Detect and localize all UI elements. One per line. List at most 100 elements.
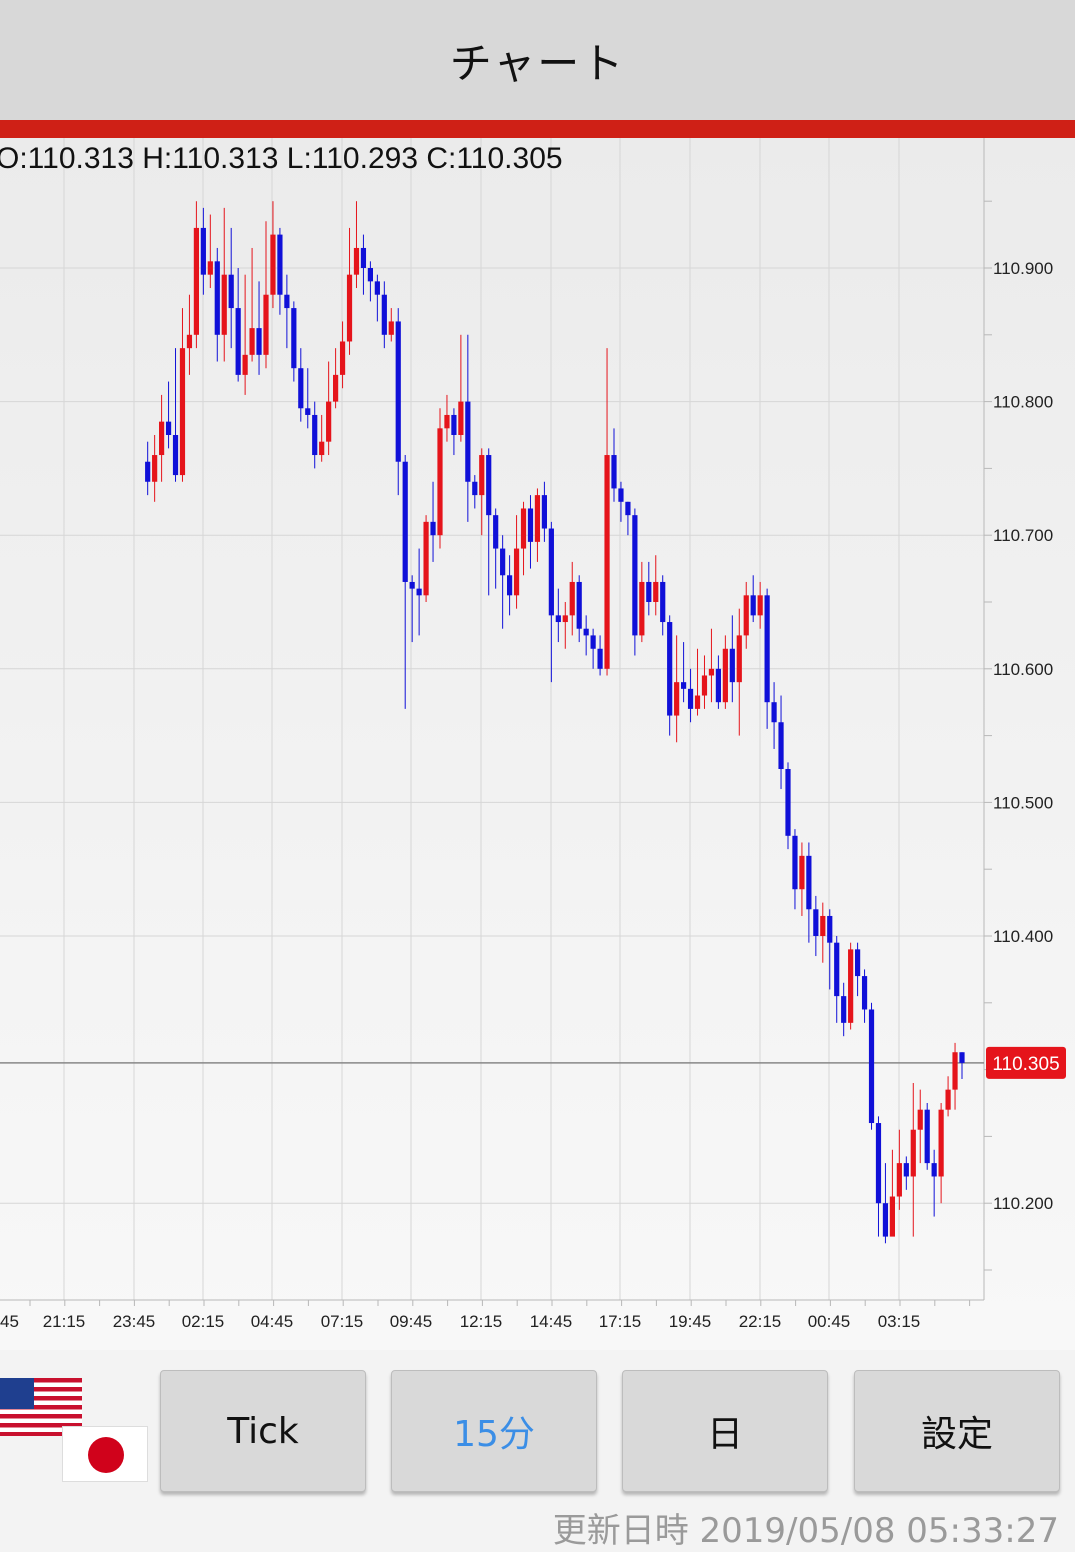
candle-body <box>896 1163 902 1197</box>
x-tick-label: 04:45 <box>251 1312 294 1331</box>
y-tick-label: 110.600 <box>993 660 1053 679</box>
candle-body <box>360 247 367 268</box>
candle-body <box>604 455 610 669</box>
interval-15min-button[interactable]: 15分 <box>391 1370 597 1492</box>
candle-body <box>694 695 701 709</box>
candle-body <box>179 348 186 476</box>
candle-body <box>395 321 401 462</box>
candle-body <box>423 521 429 596</box>
candle-body <box>757 595 763 616</box>
candle-body <box>416 588 422 596</box>
candle-body <box>249 328 255 355</box>
candle-body <box>750 595 756 616</box>
candle-body <box>200 227 206 275</box>
candle-body <box>235 308 241 375</box>
candle-body <box>520 508 527 549</box>
candle-body <box>500 548 506 576</box>
candle-body <box>646 581 652 602</box>
candle-body <box>388 321 394 335</box>
candle-body <box>715 668 721 703</box>
candle-body <box>214 261 220 335</box>
x-tick-label: 09:45 <box>390 1312 433 1331</box>
candle-body <box>722 648 728 703</box>
candle-body <box>834 942 840 997</box>
candle-body <box>221 274 227 335</box>
candle-body <box>868 1009 875 1124</box>
currency-pair-flags[interactable] <box>0 1378 150 1488</box>
candle-body <box>562 615 568 623</box>
x-tick-label: 00:45 <box>808 1312 851 1331</box>
y-tick-label: 110.800 <box>993 393 1053 412</box>
candle-body <box>172 435 179 476</box>
candle-body <box>583 628 589 636</box>
candle-body <box>771 702 777 723</box>
candle-body <box>291 308 297 369</box>
candle-body <box>367 268 373 282</box>
x-tick-label: 14:45 <box>530 1312 573 1331</box>
candle-body <box>848 949 854 1023</box>
candle-body <box>792 835 798 890</box>
candle-body <box>159 421 165 456</box>
candle-body <box>841 996 847 1023</box>
jp-flag-sun <box>88 1437 124 1473</box>
candle-body <box>674 682 680 716</box>
candle-body <box>319 441 325 456</box>
candle-body <box>653 581 659 602</box>
ohlc-readout: O:110.313 H:110.313 L:110.293 C:110.305 <box>0 142 563 175</box>
candle-body <box>924 1109 930 1164</box>
x-tick-label: 12:15 <box>460 1312 503 1331</box>
candle-body <box>931 1163 937 1177</box>
last-updated: 更新日時 2019/05/08 05:33:27 <box>552 1511 1059 1551</box>
candle-body <box>618 488 624 502</box>
x-tick-label: 19:45 <box>669 1312 712 1331</box>
candle-body <box>242 354 248 375</box>
x-tick-label: 17:15 <box>599 1312 642 1331</box>
candle-body <box>820 915 826 936</box>
candle-body <box>590 635 596 649</box>
jp-flag-icon <box>62 1426 148 1482</box>
y-tick-label: 110.700 <box>993 526 1053 545</box>
candle-body <box>193 227 199 335</box>
candle-body <box>701 675 708 696</box>
candle-body <box>305 408 311 415</box>
candle-body <box>597 648 603 669</box>
candle-body <box>660 581 666 623</box>
candlestick-chart[interactable]: 110.900 110.800 110.700 110.600 110.500 110.4… <box>0 0 1075 1350</box>
candle-body <box>611 455 617 489</box>
candle-body <box>548 528 554 616</box>
candle-body <box>458 401 464 435</box>
candle-body <box>270 234 276 295</box>
candle-body <box>479 455 485 496</box>
y-tick-label: 110.500 <box>993 793 1053 812</box>
candle-body <box>186 334 193 349</box>
candle-body <box>541 495 547 529</box>
candle-body <box>298 368 304 409</box>
x-tick-label: 22:15 <box>739 1312 782 1331</box>
candle-body <box>437 428 443 536</box>
candle-body <box>889 1196 895 1237</box>
candle-body <box>409 581 415 589</box>
candle-body <box>486 455 492 516</box>
candle-body <box>284 294 290 309</box>
candle-body <box>625 501 631 516</box>
candle-body <box>861 976 868 1010</box>
candle-body <box>806 855 812 910</box>
x-tick-label: 23:45 <box>113 1312 156 1331</box>
candle-body <box>277 234 283 295</box>
candle-body <box>145 461 151 482</box>
x-tick-label: 03:15 <box>878 1312 921 1331</box>
candle-body <box>708 668 715 676</box>
x-tick-label: 21:15 <box>43 1312 86 1331</box>
candle-body <box>444 414 450 429</box>
daily-button[interactable]: 日 <box>622 1370 828 1492</box>
candle-body <box>472 481 478 496</box>
settings-button[interactable]: 設定 <box>854 1370 1060 1492</box>
candle-body <box>381 294 387 335</box>
candle-body <box>827 915 833 943</box>
candle-body <box>527 508 534 542</box>
candle-body <box>493 515 499 549</box>
tick-button[interactable]: Tick <box>160 1370 366 1492</box>
candle-body <box>875 1123 882 1204</box>
candle-body <box>799 855 805 890</box>
candle-body <box>555 615 561 623</box>
